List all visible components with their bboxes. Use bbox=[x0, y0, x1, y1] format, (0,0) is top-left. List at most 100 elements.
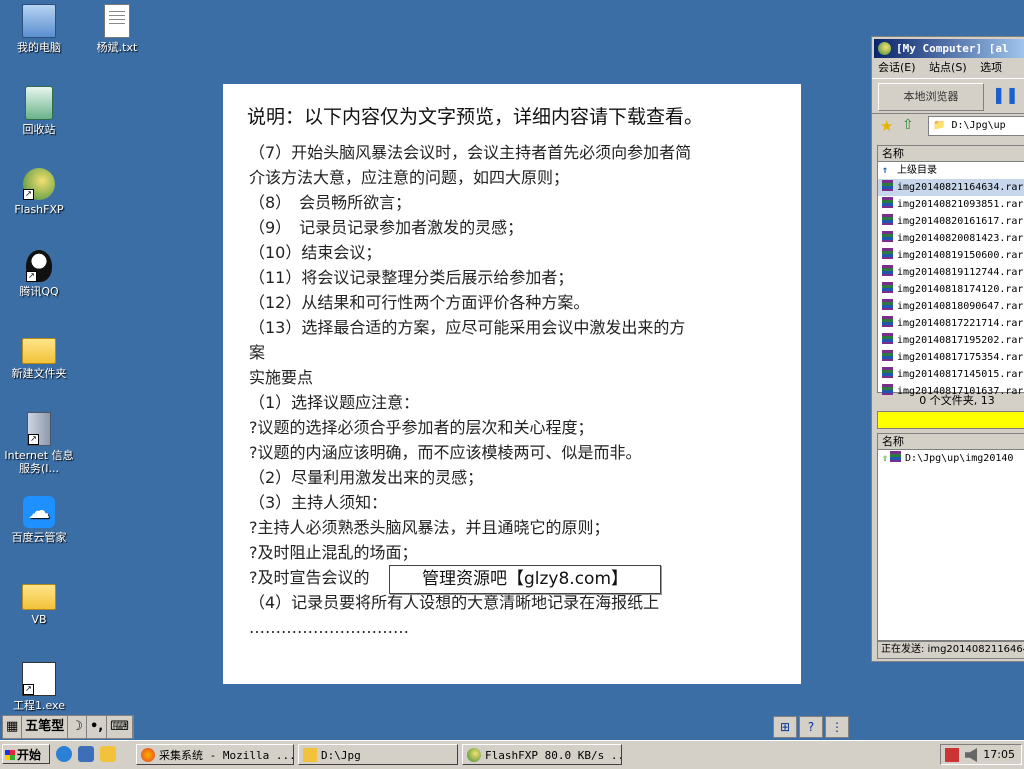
file-row[interactable]: img20140821093851.rar bbox=[878, 196, 1024, 213]
desktop-icon-vb-folder[interactable]: VB bbox=[0, 578, 78, 626]
volume-icon[interactable] bbox=[965, 748, 977, 762]
preview-line: （1）选择议题应注意： bbox=[249, 393, 420, 412]
file-row[interactable]: img20140821164634.rar bbox=[878, 179, 1024, 196]
folder-icon bbox=[22, 584, 56, 610]
pause-icon[interactable]: ❚❚ bbox=[992, 85, 1019, 107]
preview-line: ?及时阻止混乱的场面； bbox=[249, 543, 418, 562]
file-row[interactable]: img20140817175354.rar bbox=[878, 349, 1024, 366]
desktop-icon-label: Internet 信息服务(I... bbox=[4, 449, 74, 475]
folder-icon bbox=[303, 748, 317, 762]
preview-line: （10）结束会议； bbox=[249, 243, 382, 262]
transfer-progress-bar bbox=[877, 411, 1024, 429]
flashfxp-icon bbox=[467, 748, 481, 762]
file-name: img20140821093851.rar bbox=[897, 199, 1024, 210]
favorites-star-icon[interactable]: ★ bbox=[880, 117, 893, 135]
menu-sites[interactable]: 站点(S) bbox=[929, 61, 967, 74]
file-name: img20140817145015.rar bbox=[897, 369, 1024, 380]
file-row[interactable]: img20140817145015.rar bbox=[878, 366, 1024, 383]
desktop-icon-my-computer[interactable]: 我的电脑 bbox=[0, 4, 78, 54]
window-title: [My Computer] [al bbox=[896, 42, 1009, 55]
file-row[interactable]: img20140817195202.rar bbox=[878, 332, 1024, 349]
local-file-list[interactable]: 名称 ↑ 上级目录 img20140821164634.rar img201408… bbox=[877, 145, 1024, 397]
preview-line: （7）开始头脑风暴法会议时，会议主持者首先必须向参加者简 bbox=[249, 143, 692, 162]
file-name: img20140817195202.rar bbox=[897, 335, 1024, 346]
task-label: 采集系统 - Mozilla ... bbox=[159, 749, 294, 762]
flashfxp-window[interactable]: [My Computer] [al 会话(E) 站点(S) 选项 本地浏览器 ❚… bbox=[871, 36, 1024, 662]
local-browser-button[interactable]: 本地浏览器 bbox=[878, 83, 984, 111]
desktop-icon-txt-file[interactable]: 杨斌.txt bbox=[78, 4, 156, 54]
rar-archive-icon bbox=[882, 180, 893, 191]
soft-keyboard-icon[interactable]: ⌨ bbox=[107, 716, 133, 738]
window-titlebar[interactable]: [My Computer] [al bbox=[874, 39, 1024, 58]
desktop-icon-exe[interactable]: ↗ 工程1.exe bbox=[0, 662, 78, 712]
rar-archive-icon bbox=[882, 214, 893, 225]
language-bar-options-icon[interactable]: ⋮ bbox=[825, 716, 849, 738]
ime-logo-icon[interactable]: ▦ bbox=[3, 716, 23, 738]
file-row[interactable]: img20140818090647.rar bbox=[878, 298, 1024, 315]
queue-row[interactable]: ⇧ D:\Jpg\up\img20140 bbox=[878, 450, 1024, 467]
rar-archive-icon bbox=[882, 299, 893, 310]
ime-mode-button[interactable]: 五笔型 bbox=[22, 716, 69, 738]
desktop-icon-qq[interactable]: ↗ 腾讯QQ bbox=[0, 250, 78, 298]
punctuation-icon[interactable]: •, bbox=[87, 716, 108, 738]
desktop-icon-new-folder[interactable]: 新建文件夹 bbox=[0, 332, 78, 380]
windows-logo-icon bbox=[5, 750, 15, 760]
preview-line: （12）从结果和可行性两个方面评价各种方案。 bbox=[249, 293, 590, 312]
clock[interactable]: 17:05 bbox=[983, 745, 1015, 765]
outlook-icon[interactable] bbox=[78, 746, 94, 762]
menu-session[interactable]: 会话(E) bbox=[878, 61, 916, 74]
qq-penguin-icon: ↗ bbox=[26, 250, 52, 282]
file-row[interactable]: img20140820081423.rar bbox=[878, 230, 1024, 247]
file-name: img20140819112744.rar bbox=[897, 267, 1024, 278]
parent-folder-icon[interactable]: ⇧ bbox=[902, 117, 914, 133]
desktop-icon-baidu-cloud[interactable]: 百度云管家 bbox=[0, 496, 78, 544]
upload-arrow-icon: ⇧ bbox=[882, 453, 889, 464]
shortcut-arrow-icon: ↗ bbox=[26, 271, 37, 282]
file-row[interactable]: img20140819150600.rar bbox=[878, 247, 1024, 264]
column-header-name[interactable]: 名称 bbox=[878, 146, 1024, 162]
menu-bar: 会话(E) 站点(S) 选项 bbox=[872, 58, 1024, 78]
input-method-icon[interactable]: ⊞ bbox=[773, 716, 797, 738]
help-icon[interactable]: ? bbox=[799, 716, 823, 738]
recycle-bin-icon bbox=[25, 86, 53, 120]
desktop-icon-iis[interactable]: ↗ Internet 信息服务(I... bbox=[0, 412, 78, 475]
text-document-icon bbox=[104, 4, 130, 38]
path-combobox[interactable]: 📁 D:\Jpg\up bbox=[928, 116, 1024, 136]
up-arrow-icon: ↑ bbox=[882, 165, 889, 176]
preview-line: （8） 会员畅所欲言； bbox=[249, 193, 412, 212]
security-flag-icon[interactable] bbox=[945, 748, 959, 762]
taskbar-button-explorer[interactable]: D:\Jpg bbox=[298, 744, 458, 765]
file-row[interactable]: img20140817221714.rar bbox=[878, 315, 1024, 332]
computer-icon bbox=[22, 4, 56, 38]
file-name: img20140818174120.rar bbox=[897, 284, 1024, 295]
path-toolbar: ★ ⇧ 📁 D:\Jpg\up bbox=[872, 114, 1024, 138]
rar-archive-icon bbox=[890, 451, 902, 462]
parent-directory-row[interactable]: ↑ 上级目录 bbox=[878, 162, 1024, 179]
file-name: img20140818090647.rar bbox=[897, 301, 1024, 312]
folder-icon[interactable] bbox=[100, 746, 116, 762]
half-width-moon-icon[interactable]: ☽ bbox=[68, 716, 87, 738]
file-row[interactable]: img20140819112744.rar bbox=[878, 264, 1024, 281]
file-name: img20140820081423.rar bbox=[897, 233, 1024, 244]
taskbar-button-flashfxp[interactable]: FlashFXP 80.0 KB/s ... bbox=[462, 744, 622, 765]
firefox-icon bbox=[141, 748, 155, 762]
preview-line: ………………………… bbox=[249, 618, 409, 637]
desktop-icon-recycle-bin[interactable]: 回收站 bbox=[0, 86, 78, 136]
queue-column-header-name[interactable]: 名称 bbox=[878, 434, 1024, 450]
sending-status: 正在发送: img2014082116464 bbox=[877, 641, 1024, 659]
rar-archive-icon bbox=[882, 350, 893, 361]
preview-line: （3）主持人须知： bbox=[249, 493, 388, 512]
preview-title: 说明：以下内容仅为文字预览，详细内容请下载查看。 bbox=[247, 106, 704, 128]
desktop-icon-flashfxp[interactable]: ↗ FlashFXP bbox=[0, 168, 78, 216]
desktop-icon-label: FlashFXP bbox=[14, 203, 64, 216]
start-button[interactable]: 开始 bbox=[2, 744, 50, 764]
menu-options[interactable]: 选项 bbox=[980, 61, 1002, 74]
transfer-queue-list[interactable]: 名称 ⇧ D:\Jpg\up\img20140 bbox=[877, 433, 1024, 641]
rar-archive-icon bbox=[882, 333, 893, 344]
taskbar-button-firefox[interactable]: 采集系统 - Mozilla ... bbox=[136, 744, 294, 765]
ie-icon[interactable] bbox=[56, 746, 72, 762]
file-name: img20140819150600.rar bbox=[897, 250, 1024, 261]
file-row[interactable]: img20140820161617.rar bbox=[878, 213, 1024, 230]
shortcut-arrow-icon: ↗ bbox=[23, 189, 34, 200]
file-row[interactable]: img20140818174120.rar bbox=[878, 281, 1024, 298]
